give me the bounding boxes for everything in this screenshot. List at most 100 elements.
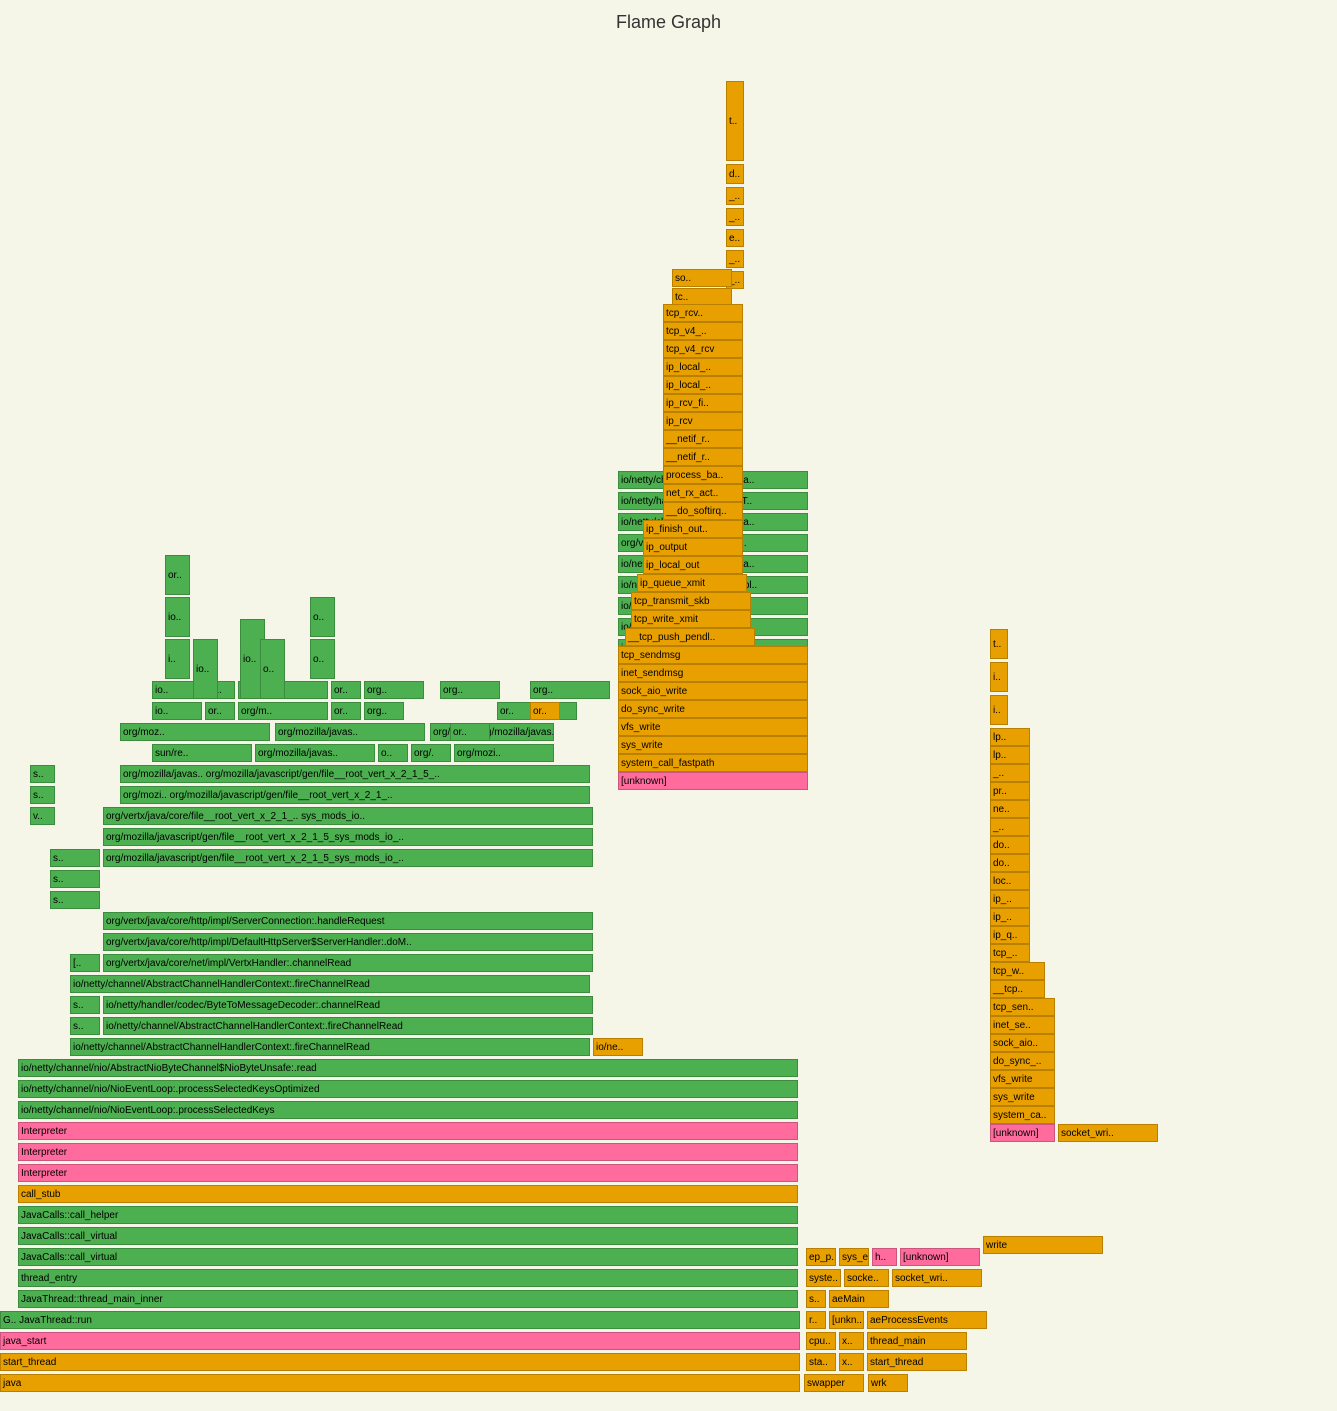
frame-t-top[interactable]: t.. (726, 81, 744, 161)
frame-dash2[interactable]: _.. (726, 208, 744, 226)
frame-x-3[interactable]: x.. (839, 1332, 864, 1350)
frame-orgmoz2-row[interactable]: org/mozilla/javas.. (275, 723, 425, 741)
frame-io-row1[interactable]: io.. (152, 702, 202, 720)
frame-vfs_write[interactable]: vfs_write (618, 718, 808, 736)
frame-o-row2[interactable]: o.. (378, 744, 408, 762)
frame-sock_aio[interactable]: sock_aio.. (990, 1034, 1055, 1052)
frame-do-2[interactable]: do.. (990, 854, 1030, 872)
frame-net_rx_act[interactable]: net_rx_act.. (663, 484, 743, 502)
frame-ep_p[interactable]: ep_p.. (806, 1248, 836, 1266)
frame-ip_rcv_fi[interactable]: ip_rcv_fi.. (663, 394, 743, 412)
frame-interpreter2[interactable]: Interpreter (18, 1143, 798, 1161)
frame-ip_local1[interactable]: ip_local_.. (663, 358, 743, 376)
frame-unknown-r[interactable]: [unknown] (990, 1124, 1055, 1142)
frame-do_sync_write[interactable]: do_sync_write (618, 700, 808, 718)
frame-socket_wri-r[interactable]: socket_wri.. (1058, 1124, 1158, 1142)
frame-interpreter3[interactable]: Interpreter (18, 1122, 798, 1140)
frame-tcp_transmit_skb[interactable]: tcp_transmit_skb (631, 592, 751, 610)
frame-org-row5[interactable]: org.. (364, 702, 404, 720)
frame-s-row4[interactable]: s.. (30, 786, 55, 804)
frame-h-2[interactable]: h.. (872, 1248, 897, 1266)
frame-ip_finish_out2[interactable]: ip_finish_out.. (643, 520, 743, 538)
frame-thread_entry[interactable]: thread_entry (18, 1269, 798, 1287)
frame-process_ba[interactable]: process_ba.. (663, 466, 743, 484)
frame-wrk[interactable]: wrk (868, 1374, 908, 1392)
frame-javacalls-virtual2[interactable]: JavaCalls::call_virtual (18, 1227, 798, 1245)
frame-s-row5[interactable]: s.. (30, 765, 55, 783)
frame-tcp_sen[interactable]: tcp_sen.. (990, 998, 1055, 1016)
frame-vfs_write-r[interactable]: vfs_write (990, 1070, 1055, 1088)
frame-tcp2[interactable]: __tcp.. (990, 980, 1045, 998)
frame-system_call_fastpath[interactable]: system_call_fastpath (618, 754, 808, 772)
frame-dash-far2[interactable]: _.. (990, 818, 1030, 836)
frame-loc[interactable]: loc.. (990, 872, 1030, 890)
frame-tcp_v4_rcv[interactable]: tcp_v4_rcv (663, 340, 743, 358)
frame-unknown2[interactable]: [unknown] (900, 1248, 980, 1266)
frame-sunre[interactable]: sun/re.. (152, 744, 252, 762)
frame-ip-1[interactable]: ip_.. (990, 890, 1030, 908)
frame-sys_write[interactable]: sys_write (618, 736, 808, 754)
frame-javathread-inner[interactable]: JavaThread::thread_main_inner (18, 1290, 798, 1308)
frame-dash1[interactable]: _.. (726, 187, 744, 205)
frame-or-col1[interactable]: or.. (165, 555, 190, 595)
frame-nioeventloop-psk[interactable]: io/netty/channel/nio/NioEventLoop:.proce… (18, 1101, 798, 1119)
frame-ip_local_out[interactable]: ip_local_out (643, 556, 743, 574)
frame-defaulthttp[interactable]: org/vertx/java/core/http/impl/DefaultHtt… (103, 933, 593, 951)
frame-tcp-r[interactable]: tcp_.. (990, 944, 1030, 962)
frame-ip_output[interactable]: ip_output (643, 538, 743, 556)
frame-tcp_rcv[interactable]: tcp_rcv.. (663, 304, 743, 322)
frame-ip-2[interactable]: ip_.. (990, 908, 1030, 926)
frame-o-col-r1[interactable]: o.. (310, 639, 335, 679)
frame-org-moz2[interactable]: org/mozilla/javas.. (255, 744, 375, 762)
frame-bracket[interactable]: [.. (70, 954, 100, 972)
frame-e-top[interactable]: e.. (726, 229, 744, 247)
frame-dash-far1[interactable]: _.. (990, 764, 1030, 782)
frame-moz-js-sys1[interactable]: org/mozilla/javascript/gen/file__root_ve… (103, 849, 593, 867)
frame-ip-q[interactable]: ip_q.. (990, 926, 1030, 944)
frame-java[interactable]: java (0, 1374, 800, 1392)
frame-t-far-right[interactable]: t.. (990, 629, 1008, 659)
frame-netif_r2[interactable]: __netif_r.. (663, 448, 743, 466)
frame-swapper[interactable]: swapper (804, 1374, 864, 1392)
frame-or-right2[interactable]: org.. (440, 681, 500, 699)
frame-javacalls-virtual1[interactable]: JavaCalls::call_virtual (18, 1248, 798, 1266)
frame-tcp_write_xmit[interactable]: tcp_write_xmit (631, 610, 751, 628)
frame-i-col1[interactable]: i.. (165, 639, 190, 679)
frame-start_thread[interactable]: start_thread (0, 1353, 800, 1371)
frame-do-1[interactable]: do.. (990, 836, 1030, 854)
frame-moz-js-gen2[interactable]: org/mozilla/javas.. org/mozilla/javascri… (120, 765, 590, 783)
frame-interpreter1[interactable]: Interpreter (18, 1164, 798, 1182)
frame-do_sync-r[interactable]: do_sync_.. (990, 1052, 1055, 1070)
frame-socke-2[interactable]: socke.. (844, 1269, 889, 1287)
frame-io-col2[interactable]: io.. (193, 639, 218, 699)
frame-ip_local2[interactable]: ip_local_.. (663, 376, 743, 394)
frame-lp2[interactable]: lp.. (990, 746, 1030, 764)
frame-serverconnection[interactable]: org/vertx/java/core/http/impl/ServerConn… (103, 912, 593, 930)
frame-so[interactable]: so.. (672, 269, 732, 287)
frame-socket_wri[interactable]: socket_wri.. (892, 1269, 982, 1287)
frame-ip_queue_xmit[interactable]: ip_queue_xmit (637, 574, 747, 592)
frame-unknown-write[interactable]: [unknown] (618, 772, 808, 790)
frame-ip_rcv[interactable]: ip_rcv (663, 412, 743, 430)
frame-syste-2[interactable]: syste.. (806, 1269, 841, 1287)
frame-bytetomessage[interactable]: io/netty/handler/codec/ByteToMessageDeco… (103, 996, 593, 1014)
frame-o-col-r2[interactable]: o.. (310, 597, 335, 637)
frame-sock_aio_write[interactable]: sock_aio_write (618, 682, 808, 700)
frame-s-row1[interactable]: s.. (50, 891, 100, 909)
frame-tcp_push_pend[interactable]: __tcp_push_pendl.. (625, 628, 755, 646)
frame-lp1[interactable]: lp.. (990, 728, 1030, 746)
frame-netif_r1[interactable]: __netif_r.. (663, 430, 743, 448)
frame-dash3[interactable]: _.. (726, 250, 744, 268)
frame-s-row3[interactable]: s.. (50, 849, 100, 867)
frame-io-fire2[interactable]: io/netty/channel/AbstractChannelHandlerC… (70, 975, 590, 993)
frame-nioeventloop-psko[interactable]: io/netty/channel/nio/NioEventLoop:.proce… (18, 1080, 798, 1098)
frame-aeMain[interactable]: aeMain (829, 1290, 889, 1308)
frame-unkn-2[interactable]: [unkn.. (829, 1311, 864, 1329)
frame-s-2[interactable]: s.. (806, 1290, 826, 1308)
frame-org-mozi2[interactable]: org/mozi.. (454, 744, 554, 762)
frame-d-top[interactable]: d.. (726, 164, 744, 184)
frame-s-handler1[interactable]: s.. (70, 1017, 100, 1035)
frame-or-1[interactable]: or.. (530, 702, 560, 720)
frame-system_ca-r[interactable]: system_ca.. (990, 1106, 1055, 1124)
frame-or-row2[interactable]: or.. (331, 702, 361, 720)
